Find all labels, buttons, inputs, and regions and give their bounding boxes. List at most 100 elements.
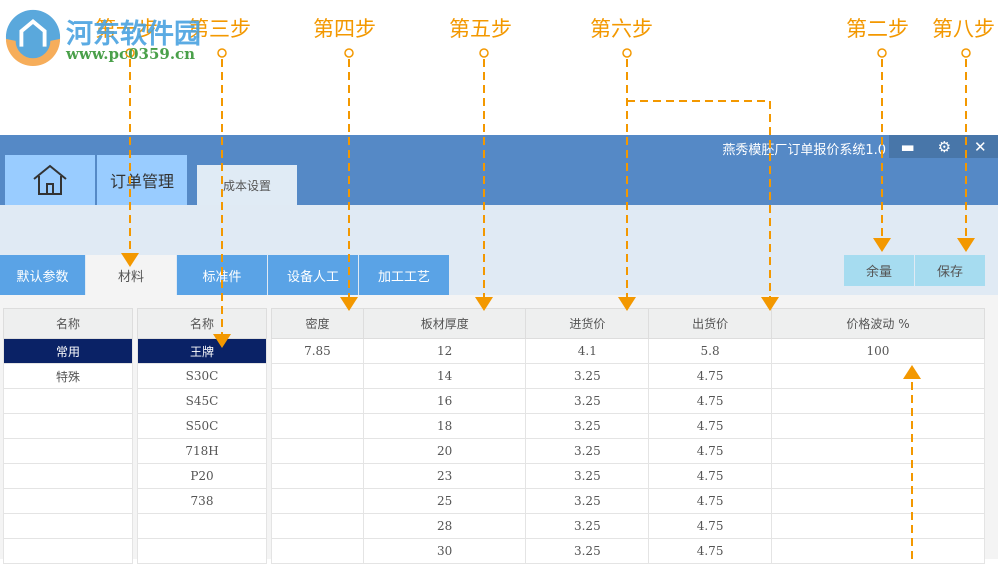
table-cell[interactable]: 3.25: [525, 488, 650, 514]
table-cell[interactable]: 4.75: [648, 488, 772, 514]
table-cell[interactable]: 28: [362, 513, 527, 539]
table-cell[interactable]: 718H: [137, 438, 267, 464]
table-cell[interactable]: 3.25: [525, 463, 650, 489]
table-cell[interactable]: [3, 388, 133, 414]
table-cell[interactable]: [3, 413, 133, 439]
table-row[interactable]: 王牌: [137, 338, 267, 364]
table-cell[interactable]: [271, 488, 364, 514]
column-header[interactable]: 板材厚度: [362, 308, 527, 339]
table-cell[interactable]: 25: [362, 488, 527, 514]
table-cell[interactable]: S30C: [137, 363, 267, 389]
table-cell[interactable]: [271, 463, 364, 489]
table-cell[interactable]: 3.25: [525, 538, 650, 564]
table-cell[interactable]: [271, 388, 364, 414]
table-row[interactable]: [3, 488, 133, 514]
table-cell[interactable]: S45C: [137, 388, 267, 414]
tab-home[interactable]: [5, 155, 95, 205]
table-row[interactable]: 738: [137, 488, 267, 514]
table-cell[interactable]: 4.75: [648, 513, 772, 539]
table-row[interactable]: [3, 388, 133, 414]
table-row[interactable]: P20: [137, 463, 267, 489]
table-cell[interactable]: [770, 488, 986, 514]
table-row[interactable]: 28 3.25 4.75: [271, 513, 986, 539]
table-row[interactable]: 30 3.25 4.75: [271, 538, 986, 564]
subtab-equipment-labor[interactable]: 设备人工: [268, 255, 358, 295]
table-cell[interactable]: 100: [770, 338, 986, 364]
table-row[interactable]: [137, 513, 267, 539]
table-cell[interactable]: 4.75: [648, 538, 772, 564]
table-cell[interactable]: [137, 513, 267, 539]
table-cell[interactable]: 4.1: [525, 338, 650, 364]
subtab-processing[interactable]: 加工工艺: [359, 255, 449, 295]
table-cell[interactable]: [271, 413, 364, 439]
table-row[interactable]: [3, 413, 133, 439]
table-row[interactable]: 7.85 12 4.1 5.8 100: [271, 338, 986, 364]
table-cell[interactable]: 常用: [3, 338, 133, 364]
table-cell[interactable]: [770, 513, 986, 539]
column-header[interactable]: 价格波动 %: [770, 308, 986, 339]
table-cell[interactable]: 4.75: [648, 388, 772, 414]
table-cell[interactable]: 12: [362, 338, 527, 364]
table-row[interactable]: 23 3.25 4.75: [271, 463, 986, 489]
save-button[interactable]: 保存: [915, 255, 985, 286]
table-cell[interactable]: [3, 438, 133, 464]
table-cell[interactable]: [3, 463, 133, 489]
table-cell[interactable]: [770, 413, 986, 439]
table-row[interactable]: 常用: [3, 338, 133, 364]
table-cell[interactable]: [271, 538, 364, 564]
table-cell[interactable]: 14: [362, 363, 527, 389]
table-cell[interactable]: [770, 388, 986, 414]
tab-order-management[interactable]: 订单管理: [97, 155, 187, 205]
table-cell[interactable]: [137, 538, 267, 564]
table-cell[interactable]: [271, 438, 364, 464]
table-cell[interactable]: P20: [137, 463, 267, 489]
subtab-materials[interactable]: 材料: [86, 255, 176, 295]
table-cell[interactable]: 4.75: [648, 363, 772, 389]
table-cell[interactable]: [3, 513, 133, 539]
table-cell[interactable]: 20: [362, 438, 527, 464]
table-row[interactable]: 20 3.25 4.75: [271, 438, 986, 464]
table-cell[interactable]: [271, 363, 364, 389]
table-cell[interactable]: 3.25: [525, 438, 650, 464]
column-header[interactable]: 出货价: [648, 308, 772, 339]
table-row[interactable]: S30C: [137, 363, 267, 389]
tab-cost-settings[interactable]: 成本设置: [197, 165, 297, 205]
table-row[interactable]: [3, 513, 133, 539]
table-row[interactable]: [3, 538, 133, 564]
table-cell[interactable]: [770, 438, 986, 464]
table-cell[interactable]: [271, 513, 364, 539]
table-row[interactable]: 14 3.25 4.75: [271, 363, 986, 389]
table-cell[interactable]: 18: [362, 413, 527, 439]
gear-icon[interactable]: ⚙: [938, 138, 951, 156]
close-icon[interactable]: ✕: [974, 138, 987, 156]
subtab-standard-parts[interactable]: 标准件: [177, 255, 267, 295]
table-cell[interactable]: [3, 538, 133, 564]
margin-button[interactable]: 余量: [844, 255, 914, 286]
table-cell[interactable]: [770, 463, 986, 489]
table-cell[interactable]: [770, 538, 986, 564]
table-cell[interactable]: S50C: [137, 413, 267, 439]
table-cell[interactable]: 738: [137, 488, 267, 514]
table-cell[interactable]: 16: [362, 388, 527, 414]
table-cell[interactable]: 王牌: [137, 338, 267, 364]
subtab-default-params[interactable]: 默认参数: [0, 255, 85, 295]
table-row[interactable]: 18 3.25 4.75: [271, 413, 986, 439]
table-row[interactable]: [3, 438, 133, 464]
table-cell[interactable]: 3.25: [525, 388, 650, 414]
table-cell[interactable]: 7.85: [271, 338, 364, 364]
table-cell[interactable]: 4.75: [648, 413, 772, 439]
table-row[interactable]: [3, 463, 133, 489]
table-cell[interactable]: 特殊: [3, 363, 133, 389]
table-cell[interactable]: 4.75: [648, 438, 772, 464]
table-row[interactable]: 16 3.25 4.75: [271, 388, 986, 414]
table-cell[interactable]: [770, 363, 986, 389]
table-row[interactable]: 718H: [137, 438, 267, 464]
table-row[interactable]: [137, 538, 267, 564]
table-cell[interactable]: 3.25: [525, 513, 650, 539]
minimize-icon[interactable]: ▬: [900, 138, 914, 156]
table-row[interactable]: S45C: [137, 388, 267, 414]
table-row[interactable]: 25 3.25 4.75: [271, 488, 986, 514]
table-cell[interactable]: 3.25: [525, 413, 650, 439]
column-header[interactable]: 进货价: [525, 308, 650, 339]
table-cell[interactable]: 4.75: [648, 463, 772, 489]
